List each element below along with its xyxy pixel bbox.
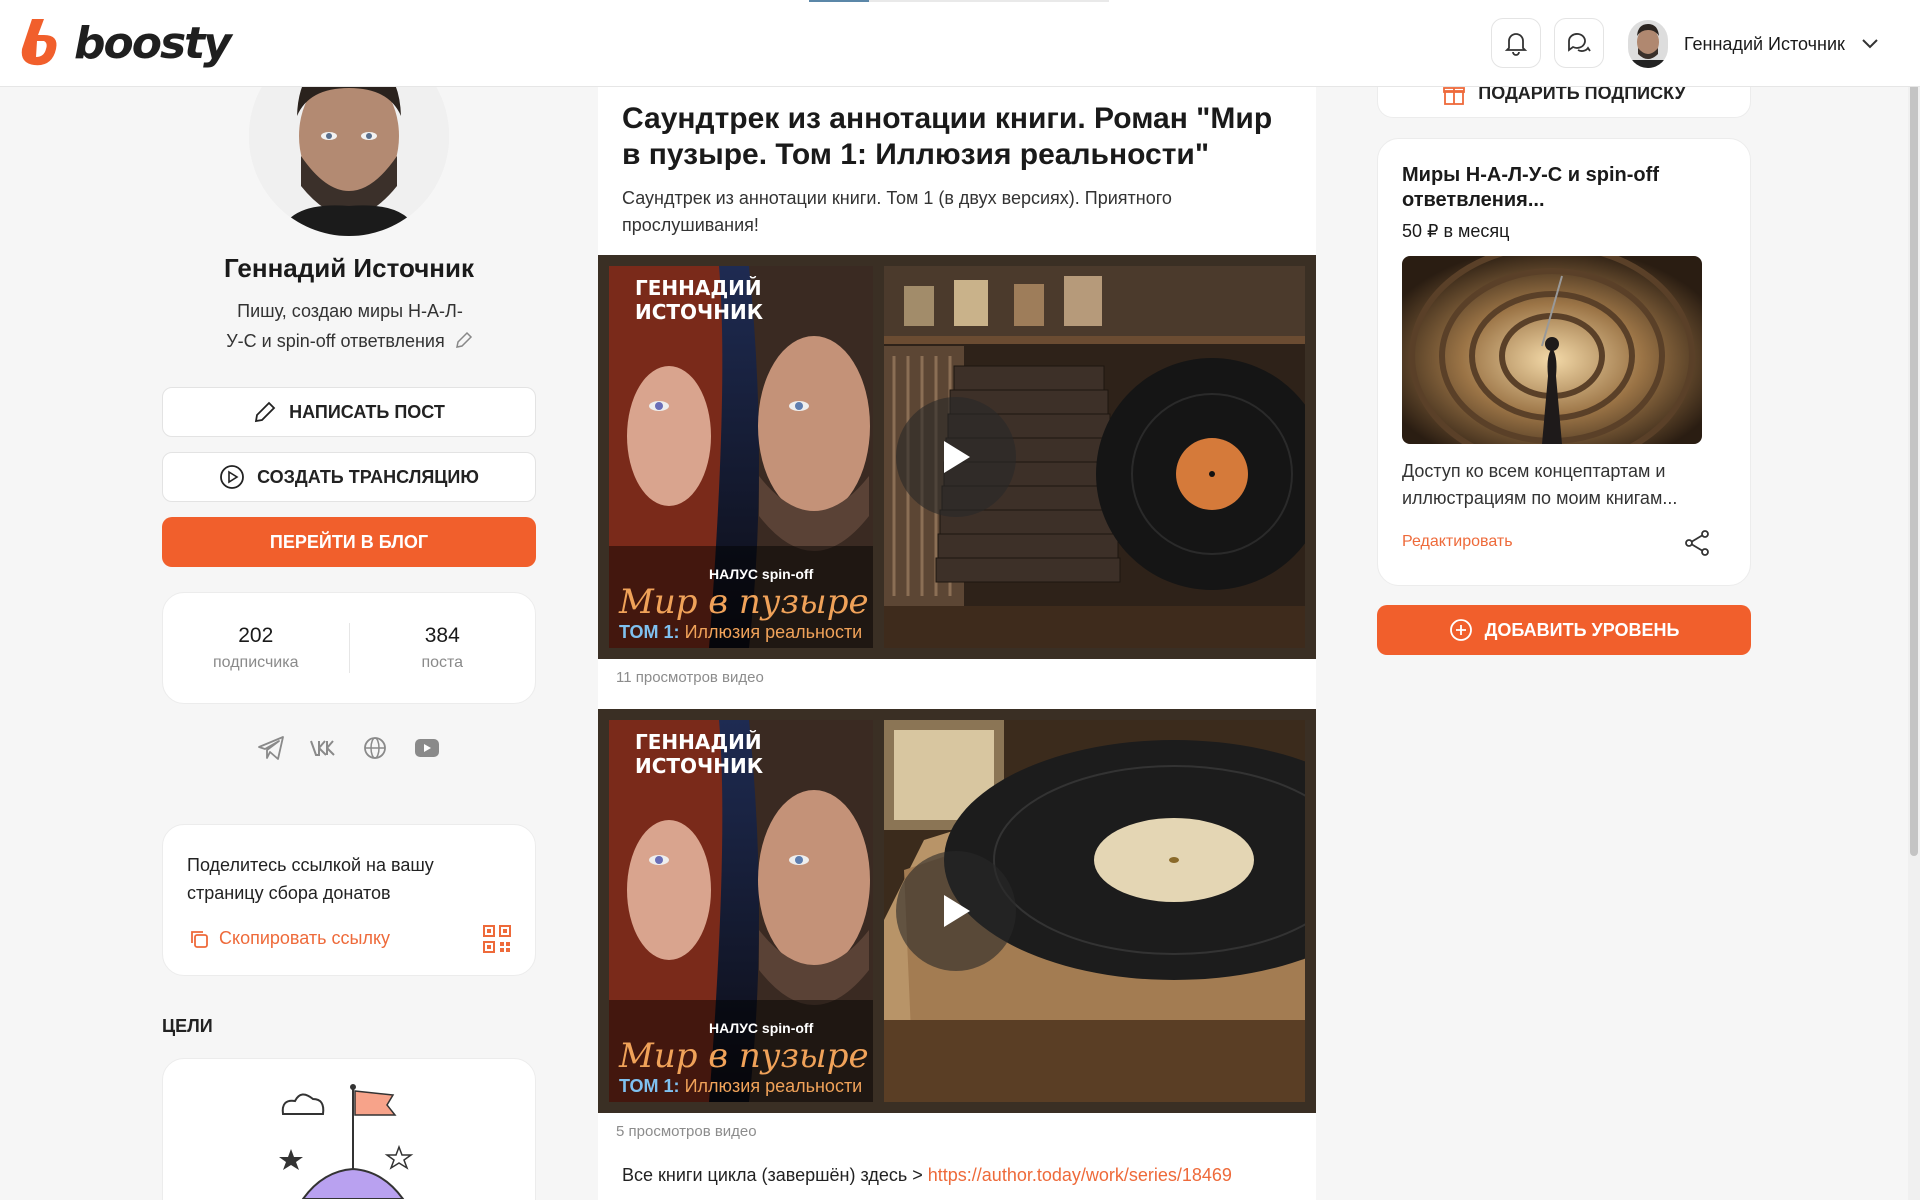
footer-text: Все книги цикла (завершён) здесь > — [622, 1165, 928, 1185]
add-level-label: ДОБАВИТЬ УРОВЕНЬ — [1484, 619, 1680, 640]
scrollbar-thumb[interactable] — [1910, 68, 1918, 856]
plus-circle-icon — [1449, 619, 1472, 641]
pencil-icon — [255, 401, 276, 423]
play-button[interactable] — [896, 851, 1016, 971]
share-text-line: Поделитесь ссылкой на вашу — [187, 855, 434, 875]
tier-price: 50 ₽ в месяц — [1402, 221, 1510, 241]
posts-stat[interactable]: 384 поста — [350, 624, 536, 672]
play-icon — [944, 441, 970, 473]
profile-name: Геннадий Источник — [223, 253, 474, 283]
youtube-icon[interactable] — [411, 732, 443, 764]
subscribers-count: 202 — [238, 624, 274, 647]
book-cover: ГЕННАДИЙ ИСТОЧНИК НАЛУС spin-off Мир в п… — [609, 266, 873, 648]
qr-code-icon[interactable] — [483, 925, 511, 953]
tier-title-line: ответвления... — [1402, 189, 1545, 211]
cover-volume-prefix: ТОМ 1: — [619, 1076, 680, 1096]
chevron-down-icon — [1862, 39, 1878, 49]
cover-volume-prefix: ТОМ 1: — [619, 622, 680, 642]
avatar — [1628, 20, 1668, 68]
post-desc-line: прослушивания! — [622, 215, 759, 235]
copy-link-label: Скопировать ссылку — [219, 928, 391, 948]
subscribers-stat[interactable]: 202 подписчика — [163, 624, 349, 672]
book-cover: ГЕННАДИЙ ИСТОЧНИК НАЛУС spin-off Мир в п… — [609, 720, 873, 1102]
video-views: 11 просмотров видео — [616, 669, 764, 686]
stats-card: 202 подписчика 384 поста — [162, 592, 536, 704]
create-stream-button[interactable]: СОЗДАТЬ ТРАНСЛЯЦИЮ — [162, 452, 536, 502]
tier-desc-line: иллюстрациям по моим книгам... — [1402, 488, 1678, 508]
write-post-button[interactable]: НАПИСАТЬ ПОСТ — [162, 387, 536, 437]
subscribers-label: подписчика — [213, 654, 299, 671]
cover-volume: ТОМ 1: Иллюзия реальности — [619, 1076, 862, 1097]
globe-icon[interactable] — [359, 732, 391, 764]
user-menu[interactable]: Геннадий Источник — [1628, 20, 1879, 68]
share-text: Поделитесь ссылкой на вашу страницу сбор… — [187, 851, 511, 907]
user-name: Геннадий Источник — [1684, 33, 1845, 54]
play-icon — [944, 895, 970, 927]
edit-pencil-icon[interactable] — [454, 330, 474, 350]
profile-bio: Пишу, создаю миры Н-А-Л- У-С и spin-off … — [200, 296, 500, 356]
post-card: Саундтрек из аннотации книги. Роман "Мир… — [598, 87, 1316, 1200]
bell-icon — [1504, 33, 1528, 56]
social-links — [255, 732, 455, 764]
copy-icon — [191, 930, 208, 948]
post-title-line: в пузыре. Том 1: Иллюзия реальности" — [622, 138, 1210, 171]
goals-illustration — [279, 1084, 414, 1200]
posts-label: поста — [421, 654, 464, 671]
tier-image — [1402, 256, 1702, 444]
cover-title: Мир в пузыре — [619, 582, 869, 622]
bio-line-text: У-С и spin-off ответвления — [226, 331, 445, 351]
telegram-icon[interactable] — [255, 732, 287, 764]
share-donate-card: Поделитесь ссылкой на вашу страницу сбор… — [162, 824, 536, 976]
cover-author: ГЕННАДИЙ ИСТОЧНИК — [635, 730, 764, 778]
post-desc-line: Саундтрек из аннотации книги. Том 1 (в д… — [622, 188, 1172, 208]
video-player[interactable]: ГЕННАДИЙ ИСТОЧНИК НАЛУС spin-off Мир в п… — [598, 709, 1316, 1113]
cover-volume-name: Иллюзия реальности — [684, 622, 863, 642]
series-link[interactable]: https://author.today/work/series/18469 — [928, 1165, 1232, 1185]
loading-indicator — [809, 0, 1109, 2]
post-title-line: Саундтрек из аннотации книги. Роман "Мир — [622, 102, 1273, 135]
cover-series: НАЛУС spin-off — [709, 1020, 814, 1036]
goals-card — [162, 1058, 536, 1200]
subscription-tier-card: Миры Н-А-Л-У-С и spin-off ответвления...… — [1377, 138, 1751, 586]
cover-volume: ТОМ 1: Иллюзия реальности — [619, 622, 862, 643]
tier-title-line: Миры Н-А-Л-У-С и spin-off — [1402, 164, 1659, 186]
goals-title: ЦЕЛИ — [162, 1016, 213, 1036]
copy-link-button[interactable]: Скопировать ссылку — [189, 928, 390, 949]
cover-volume-name: Иллюзия реальности — [684, 1076, 863, 1096]
posts-count: 384 — [424, 624, 460, 647]
play-button[interactable] — [896, 397, 1016, 517]
chat-icon — [1568, 33, 1591, 52]
boosty-logo-icon — [21, 19, 57, 66]
share-icon[interactable] — [1684, 529, 1710, 557]
bio-line: У-С и spin-off ответвления — [200, 326, 500, 356]
tier-title: Миры Н-А-Л-У-С и spin-off ответвления... — [1402, 163, 1726, 213]
edit-tier-link[interactable]: Редактировать — [1402, 533, 1513, 551]
write-post-label: НАПИСАТЬ ПОСТ — [289, 401, 445, 422]
video-player[interactable]: ГЕННАДИЙ ИСТОЧНИК НАЛУС spin-off Мир в п… — [598, 255, 1316, 659]
tier-desc-line: Доступ ко всем концептартам и — [1402, 461, 1666, 481]
post-description: Саундтрек из аннотации книги. Том 1 (в д… — [622, 185, 1242, 239]
go-to-blog-label: ПЕРЕЙТИ В БЛОГ — [269, 531, 429, 552]
vk-icon[interactable] — [307, 732, 339, 764]
create-stream-label: СОЗДАТЬ ТРАНСЛЯЦИЮ — [257, 466, 479, 487]
cover-title: Мир в пузыре — [619, 1036, 869, 1076]
share-text-line: страницу сбора донатов — [187, 883, 391, 903]
video-views: 5 просмотров видео — [616, 1123, 757, 1140]
boosty-logo[interactable]: boosty — [18, 16, 232, 70]
notifications-button[interactable] — [1491, 18, 1541, 68]
cover-series: НАЛУС spin-off — [709, 566, 814, 582]
top-header: boosty Геннадий Источник — [0, 0, 1920, 87]
logo-text: boosty — [74, 17, 232, 69]
post-footer-text: Все книги цикла (завершён) здесь > https… — [622, 1165, 1232, 1186]
play-circle-icon — [220, 465, 244, 489]
bio-line: Пишу, создаю миры Н-А-Л- — [237, 301, 463, 321]
cover-author: ГЕННАДИЙ ИСТОЧНИК — [635, 276, 764, 324]
messages-button[interactable] — [1554, 18, 1604, 68]
tier-description: Доступ ко всем концептартам и иллюстраци… — [1402, 458, 1726, 512]
go-to-blog-button[interactable]: ПЕРЕЙТИ В БЛОГ — [162, 517, 536, 567]
post-title[interactable]: Саундтрек из аннотации книги. Роман "Мир… — [622, 101, 1302, 173]
add-level-button[interactable]: ДОБАВИТЬ УРОВЕНЬ — [1377, 605, 1751, 655]
